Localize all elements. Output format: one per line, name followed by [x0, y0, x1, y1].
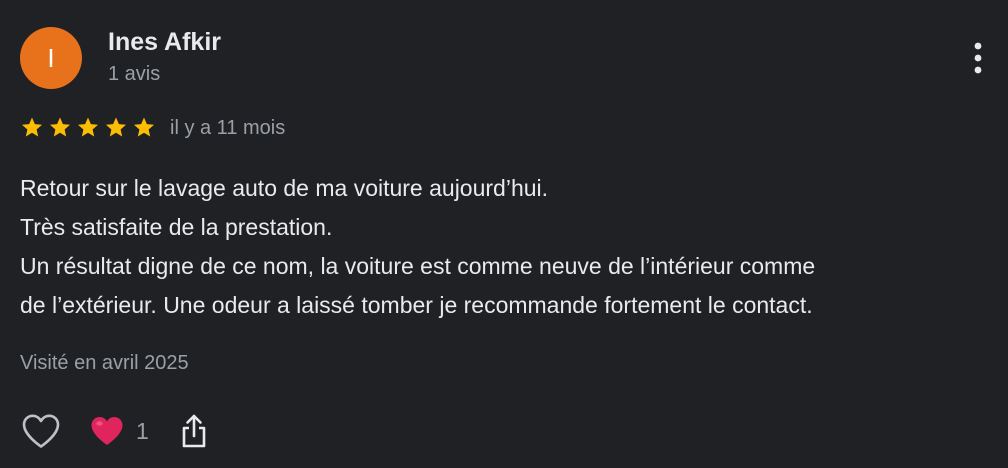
star-icon: [106, 117, 126, 137]
heart-outline-icon: [22, 414, 60, 448]
more-vert-icon: [974, 42, 982, 74]
more-options-button[interactable]: [966, 40, 990, 76]
rating-row: il y a 11 mois: [20, 112, 285, 144]
reaction-button[interactable]: 1: [90, 415, 149, 447]
author-name[interactable]: Ines Afkir: [108, 27, 221, 57]
avatar-initial: I: [47, 42, 55, 73]
review-date: il y a 11 mois: [170, 117, 286, 139]
red-heart-emoji-icon: [91, 417, 123, 445]
review-actions: 1: [20, 410, 209, 452]
review-text-line: Un résultat digne de ce nom, la voiture …: [20, 253, 816, 279]
review-text-line: Très satisfaite de la prestation.: [20, 214, 333, 240]
review-text-line: de l’extérieur. Une odeur a laissé tombe…: [20, 292, 813, 318]
star-icon: [134, 117, 154, 137]
star-icon: [50, 117, 70, 137]
visit-date: Visité en avril 2025: [20, 352, 189, 374]
share-icon: [182, 414, 206, 448]
review-text: Retour sur le lavage auto de ma voiture …: [20, 169, 1000, 325]
reaction-count: 1: [136, 417, 149, 444]
share-button[interactable]: [179, 412, 209, 450]
review-card: I Ines Afkir 1 avis il y a 11 mois Retou…: [0, 0, 1008, 468]
star-icon: [78, 117, 98, 137]
like-button[interactable]: [20, 411, 62, 451]
star-icon: [22, 117, 42, 137]
review-count: 1 avis: [108, 63, 161, 85]
review-text-line: Retour sur le lavage auto de ma voiture …: [20, 175, 549, 201]
avatar[interactable]: I: [20, 27, 82, 89]
star-rating: [20, 116, 156, 140]
